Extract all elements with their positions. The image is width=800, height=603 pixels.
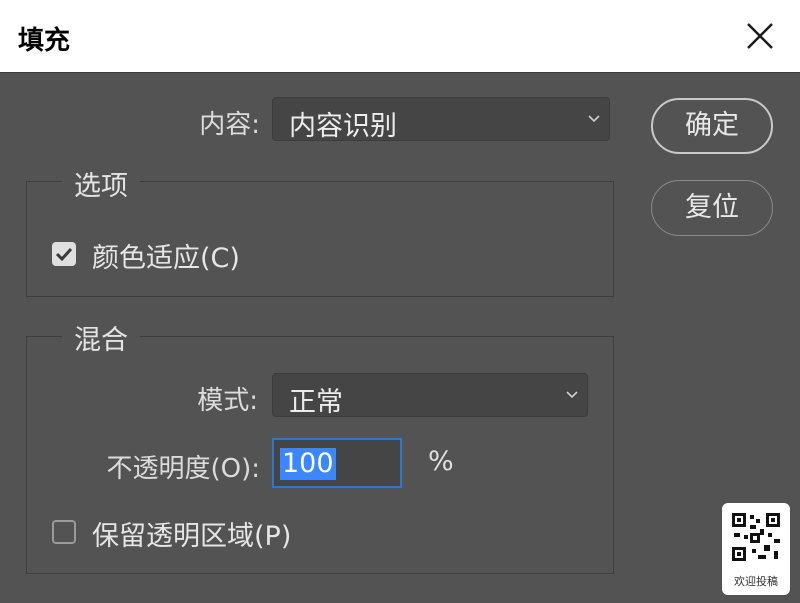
reset-button[interactable]: 复位 xyxy=(651,180,773,236)
mode-select-value: 正常 xyxy=(289,387,343,418)
opacity-value[interactable]: 100 xyxy=(280,448,336,480)
checkmark-icon xyxy=(55,247,73,262)
content-select-value: 内容识别 xyxy=(289,111,397,142)
preserve-transparency-label[interactable]: 保留透明区域(P) xyxy=(92,514,291,553)
color-adaptation-label[interactable]: 颜色适应(C) xyxy=(92,236,240,275)
close-icon xyxy=(747,23,773,49)
submission-widget[interactable]: 欢迎投稿 xyxy=(722,503,790,595)
window-title: 填充 xyxy=(18,26,71,56)
opacity-input[interactable]: 100 xyxy=(272,438,402,488)
content-label: 内容: xyxy=(199,110,260,140)
blend-group-title: 混合 xyxy=(62,318,140,357)
mode-label: 模式: xyxy=(197,386,258,416)
title-bar: 填充 xyxy=(0,0,800,73)
ok-button[interactable]: 确定 xyxy=(651,98,773,154)
preserve-transparency-checkbox[interactable] xyxy=(52,520,76,544)
color-adaptation-checkbox[interactable] xyxy=(52,242,76,266)
chevron-down-icon xyxy=(566,391,578,399)
chevron-down-icon xyxy=(588,115,600,123)
submission-widget-label: 欢迎投稿 xyxy=(734,575,778,588)
mode-select[interactable]: 正常 xyxy=(272,373,588,418)
close-button[interactable] xyxy=(742,18,778,54)
content-select[interactable]: 内容识别 xyxy=(272,97,610,142)
qr-code-icon xyxy=(730,511,782,563)
percent-unit: % xyxy=(428,446,454,477)
options-group-title: 选项 xyxy=(62,164,140,203)
opacity-label: 不透明度(O): xyxy=(106,454,260,484)
